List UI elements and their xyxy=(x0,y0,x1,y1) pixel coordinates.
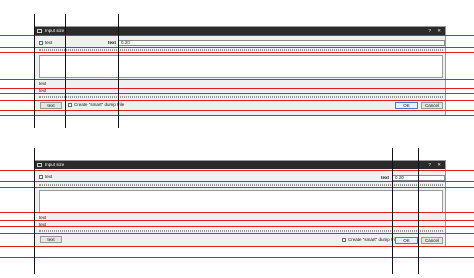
smart-dump-label: Create "smart" dump File xyxy=(74,102,125,107)
guide-line-horizontal xyxy=(0,226,474,227)
guide-line-horizontal xyxy=(0,233,474,234)
guide-line-vertical xyxy=(65,14,66,128)
close-icon[interactable]: ✕ xyxy=(437,161,441,169)
guide-line-horizontal xyxy=(0,187,474,188)
guide-line-vertical xyxy=(392,148,393,274)
dotted-separator xyxy=(39,230,443,232)
list-item: text xyxy=(39,222,47,227)
guide-line-horizontal xyxy=(0,35,474,36)
dotted-separator xyxy=(39,184,443,186)
field-label: text xyxy=(108,40,117,45)
guide-line-vertical xyxy=(418,148,419,274)
guide-line-horizontal xyxy=(0,257,474,258)
guide-line-horizontal xyxy=(0,220,474,221)
ok-button[interactable]: OK xyxy=(395,237,418,244)
guide-line-horizontal xyxy=(0,110,474,111)
dotted-separator xyxy=(39,96,443,98)
help-icon[interactable]: ? xyxy=(428,27,431,35)
text-area[interactable] xyxy=(39,190,443,213)
guide-line-horizontal xyxy=(0,181,474,182)
checkbox-label: text xyxy=(45,40,53,45)
guide-line-horizontal xyxy=(0,88,474,89)
guide-line-horizontal xyxy=(0,47,474,48)
text-area[interactable] xyxy=(39,55,443,78)
smart-dump-label: Create "smart" dump File xyxy=(348,237,399,242)
help-icon[interactable]: ? xyxy=(428,161,431,169)
guide-line-horizontal xyxy=(0,115,474,116)
cancel-button[interactable]: Cancel xyxy=(421,102,443,109)
smart-dump-checkbox[interactable] xyxy=(342,238,346,242)
guide-line-horizontal xyxy=(0,246,474,247)
close-icon[interactable]: ✕ xyxy=(437,27,441,35)
dialog-title: Input size xyxy=(45,162,65,167)
guide-line-vertical xyxy=(34,148,35,274)
text-checkbox[interactable] xyxy=(39,41,43,45)
ok-button[interactable]: OK xyxy=(395,102,418,109)
text-button[interactable]: text xyxy=(40,102,62,109)
smart-dump-checkbox[interactable] xyxy=(68,103,72,107)
size-input[interactable]: 0.20 xyxy=(118,40,445,46)
guide-line-horizontal xyxy=(0,212,474,213)
title-bar[interactable]: Input size ? ✕ xyxy=(35,161,445,169)
guide-line-horizontal xyxy=(0,100,474,101)
guide-line-horizontal xyxy=(0,170,474,171)
text-button[interactable]: text xyxy=(40,236,62,243)
title-bar[interactable]: Input size ? ✕ xyxy=(35,27,445,35)
dotted-separator xyxy=(39,49,443,51)
cancel-button[interactable]: Cancel xyxy=(421,237,443,244)
input-size-dialog-1: Input size ? ✕ text text 0.20 text text … xyxy=(34,26,446,116)
checkbox-label: text xyxy=(45,174,53,179)
guide-line-horizontal xyxy=(0,93,474,94)
guide-line-vertical xyxy=(118,14,119,128)
text-checkbox[interactable] xyxy=(39,175,43,179)
app-icon xyxy=(37,29,42,33)
guide-line-horizontal xyxy=(0,52,474,53)
dialog-title: Input size xyxy=(45,28,65,33)
guide-line-horizontal xyxy=(0,79,474,80)
app-icon xyxy=(37,163,42,167)
guide-line-vertical xyxy=(34,14,35,128)
list-item: text xyxy=(39,81,47,86)
